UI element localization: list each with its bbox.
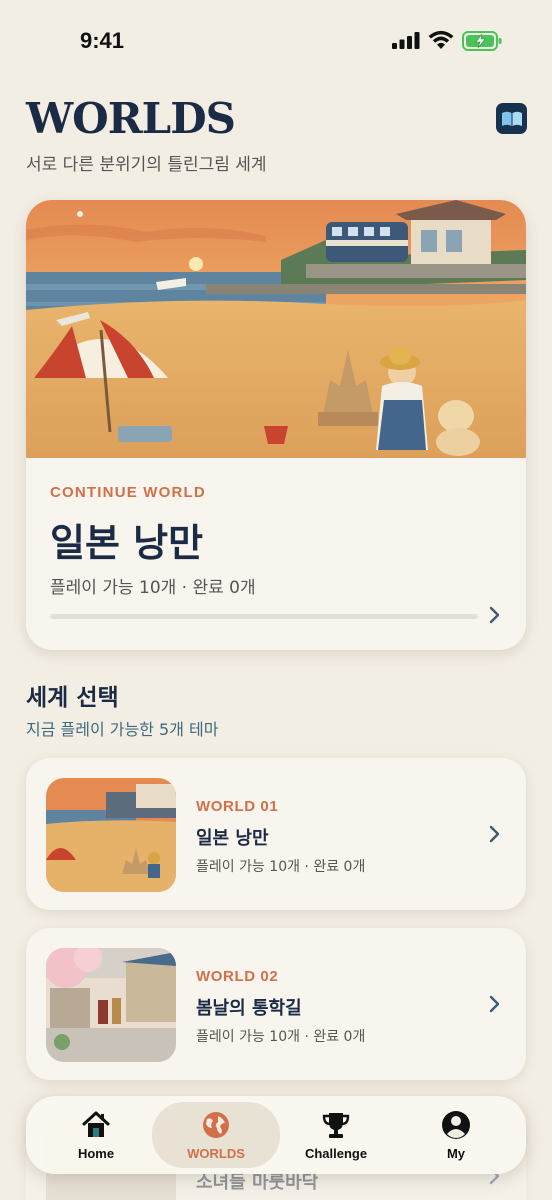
continue-world-card[interactable]: CONTINUE WORLD 일본 낭만 플레이 가능 10개 · 완료 0개 <box>26 200 526 650</box>
open-book-icon <box>501 111 522 126</box>
wifi-icon <box>428 30 454 49</box>
world-01-thumbnail <box>46 778 176 892</box>
japan-beach-illustration <box>26 200 526 458</box>
status-time: 9:41 <box>80 28 125 53</box>
tab-label: Challenge <box>304 1146 368 1161</box>
tab-label: My <box>446 1146 466 1161</box>
chevron-right-icon[interactable] <box>488 994 502 1014</box>
continue-world-stats: 플레이 가능 10개 · 완료 0개 <box>50 578 256 598</box>
page-title: WORLDS <box>26 94 236 143</box>
world-02-thumbnail <box>46 948 176 1062</box>
world-stats: 플레이 가능 10개 · 완료 0개 <box>196 1029 366 1045</box>
world-name: 봄날의 통학길 <box>196 998 302 1019</box>
continue-world-title: 일본 낭만 <box>50 521 204 565</box>
status-bar: 9:41 <box>0 0 552 82</box>
tab-label: Home <box>77 1146 115 1161</box>
world-name: 일본 낭만 <box>196 828 269 849</box>
world-card-01[interactable]: WORLD 01 일본 낭만 플레이 가능 10개 · 완료 0개 <box>26 758 526 910</box>
profile-icon <box>442 1111 470 1139</box>
tab-worlds[interactable]: WORLDS <box>152 1102 280 1168</box>
trophy-icon <box>322 1113 350 1138</box>
guide-book-button[interactable] <box>496 103 527 134</box>
page-subtitle: 서로 다른 분위기의 틀린그림 세계 <box>26 155 267 175</box>
world-card-02[interactable]: WORLD 02 봄날의 통학길 플레이 가능 10개 · 완료 0개 <box>26 928 526 1080</box>
chevron-right-icon[interactable] <box>488 605 502 625</box>
tab-home[interactable]: Home <box>36 1102 156 1168</box>
continue-progress-bar <box>50 614 478 619</box>
tab-challenge[interactable]: Challenge <box>276 1102 396 1168</box>
world-stats: 플레이 가능 10개 · 완료 0개 <box>196 859 366 875</box>
cellular-signal-icon <box>392 32 420 49</box>
tab-bar: Home WORLDS Challenge My <box>26 1096 526 1174</box>
battery-charging-icon <box>462 31 502 51</box>
tab-my[interactable]: My <box>396 1102 516 1168</box>
chevron-right-icon[interactable] <box>488 824 502 844</box>
globe-icon <box>203 1112 229 1138</box>
world-number: WORLD 02 <box>196 968 279 985</box>
home-icon <box>82 1111 110 1137</box>
section-subtitle: 지금 플레이 가능한 5개 테마 <box>26 720 219 739</box>
tab-label: WORLDS <box>187 1146 245 1161</box>
world-number: WORLD 01 <box>196 798 279 815</box>
section-title: 세계 선택 <box>26 685 119 711</box>
continue-world-eyebrow: CONTINUE WORLD <box>50 484 206 501</box>
